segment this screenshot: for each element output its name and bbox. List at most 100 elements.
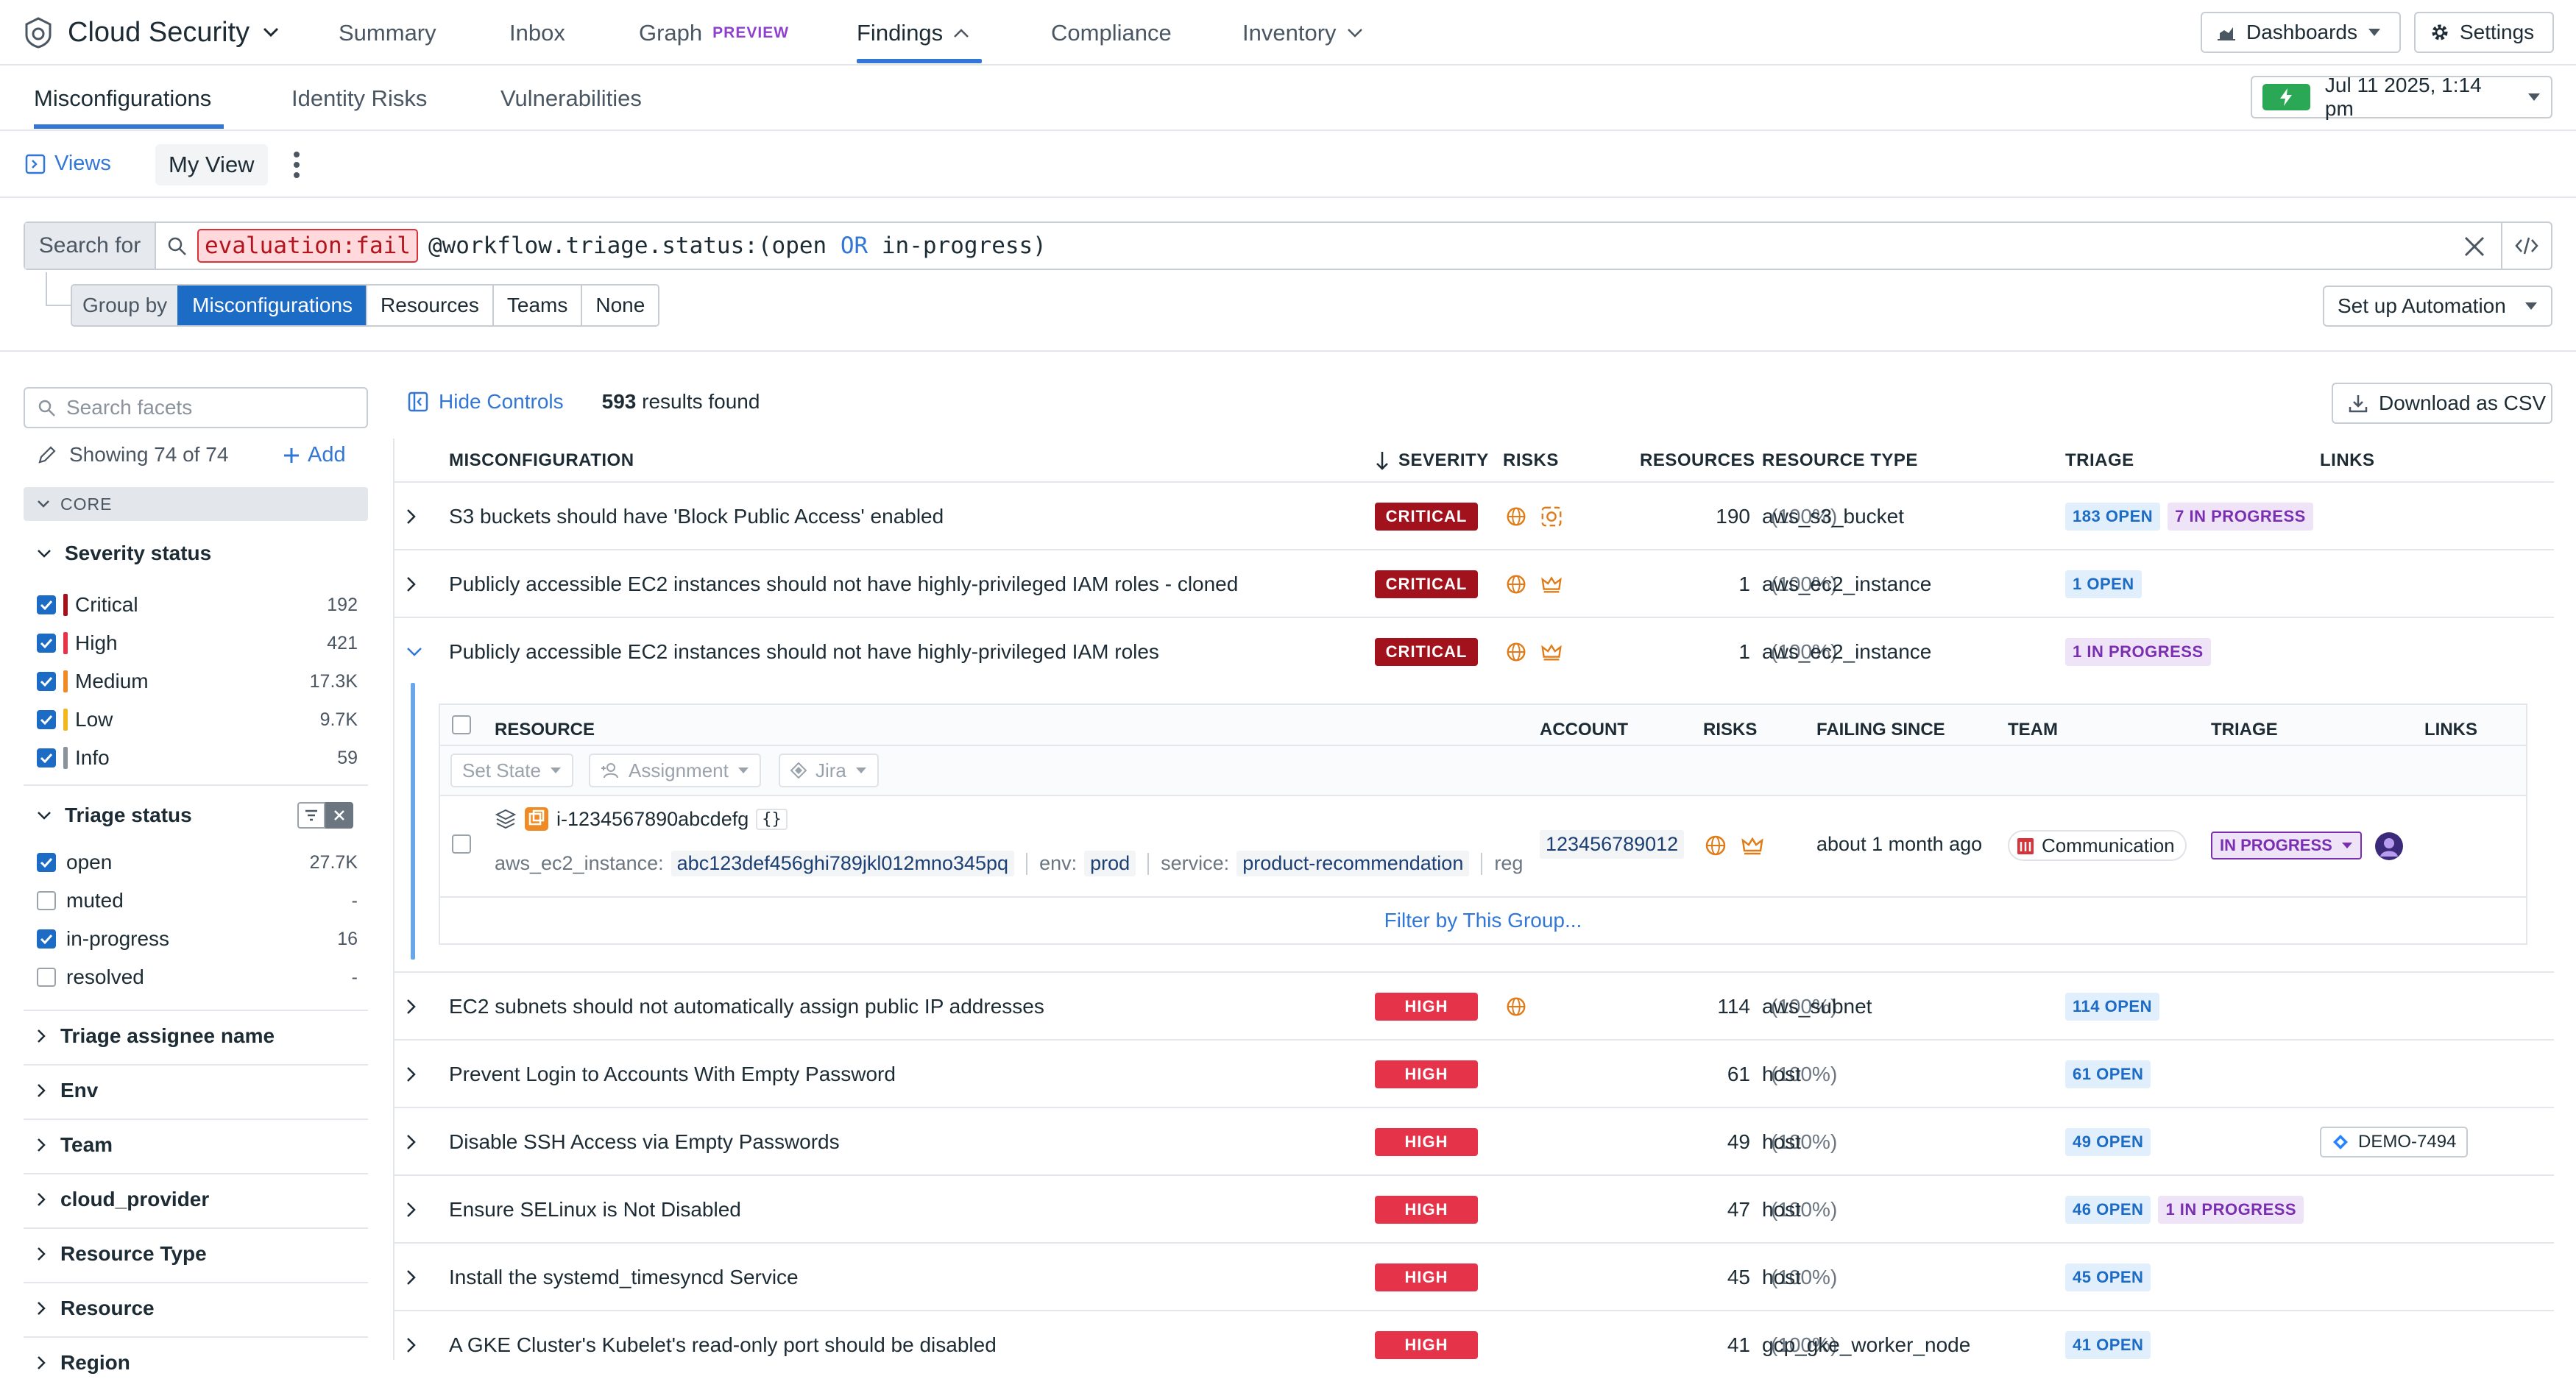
download-csv-button[interactable]: Download as CSV [2332,383,2552,424]
misconfiguration-name[interactable]: A GKE Cluster's Kubelet's read-only port… [449,1311,997,1379]
checkbox-unchecked[interactable] [37,891,56,910]
more-options-icon[interactable] [291,150,302,180]
severity-facet-critical[interactable]: Critical 192 [37,589,374,621]
exclude-mode-icon[interactable] [325,802,353,829]
assignment-button[interactable]: Assignment [589,754,761,787]
dashboards-button[interactable]: Dashboards [2201,12,2401,53]
set-up-automation-button[interactable]: Set up Automation [2323,286,2552,327]
triage-facet-muted[interactable]: muted - [37,885,374,917]
filter-mode-icon[interactable] [297,802,325,829]
checkbox-checked[interactable] [37,672,56,691]
triage-open-badge[interactable]: 61 OPEN [2065,1060,2151,1088]
tab-vulnerabilities[interactable]: Vulnerabilities [500,65,642,131]
collapse-row-icon[interactable] [406,618,422,686]
set-state-button[interactable]: Set State [450,754,573,787]
jira-button[interactable]: Jira [779,754,879,787]
expand-row-icon[interactable] [406,1176,417,1244]
settings-button[interactable]: Settings [2414,12,2554,53]
misconfiguration-name[interactable]: Disable SSH Access via Empty Passwords [449,1108,840,1176]
triage-open-badge[interactable]: 41 OPEN [2065,1331,2151,1359]
col-header-resource-type[interactable]: RESOURCE TYPE [1762,450,1918,471]
col-header-severity[interactable]: SEVERITY [1375,450,1489,471]
resource-id[interactable]: i-1234567890abcdefg [556,808,749,831]
triage-open-badge[interactable]: 45 OPEN [2065,1263,2151,1291]
checkbox-checked[interactable] [37,853,56,872]
table-row[interactable]: S3 buckets should have 'Block Public Acc… [394,481,2554,549]
group-by-teams[interactable]: Teams [492,286,581,325]
filter-by-group-link[interactable]: Filter by This Group... [440,898,2526,943]
resource-row[interactable]: i-1234567890abcdefg {} aws_ec2_instance:… [440,796,2526,898]
checkbox-checked[interactable] [37,595,56,614]
severity-facet-high[interactable]: High 421 [37,627,374,659]
select-all-checkbox[interactable] [452,715,471,734]
core-section-header[interactable]: CORE [24,487,368,521]
tag-aws-ec2-instance[interactable]: aws_ec2_instance: abc123def456ghi789jkl01… [495,851,1015,876]
checkbox-checked[interactable] [37,929,56,949]
triage-open-badge[interactable]: 49 OPEN [2065,1128,2151,1156]
views-button[interactable]: Views [25,152,111,176]
table-row[interactable]: Disable SSH Access via Empty Passwords HI… [394,1107,2554,1174]
assignee-avatar[interactable] [2374,832,2404,861]
expand-row-icon[interactable] [406,550,417,618]
table-row[interactable]: A GKE Cluster's Kubelet's read-only port… [394,1310,2554,1378]
search-query-input[interactable]: evaluation:fail @workflow.triage.status:… [156,223,2501,269]
misconfiguration-name[interactable]: S3 buckets should have 'Block Public Acc… [449,483,944,550]
checkbox-checked[interactable] [37,634,56,653]
group-by-resources[interactable]: Resources [366,286,492,325]
team-pill[interactable]: Communication [2008,830,2187,861]
clear-search-icon[interactable] [2463,235,2486,258]
expand-row-icon[interactable] [406,1244,417,1311]
checkbox-unchecked[interactable] [37,968,56,987]
tab-misconfigurations[interactable]: Misconfigurations [34,65,211,131]
triage-in-progress-badge[interactable]: 7 IN PROGRESS [2168,503,2313,531]
severity-facet-info[interactable]: Info 59 [37,742,374,774]
query-term-evaluation[interactable]: evaluation:fail [197,229,418,263]
checkbox-checked[interactable] [37,710,56,729]
severity-facet-medium[interactable]: Medium 17.3K [37,665,374,698]
table-row[interactable]: Publicly accessible EC2 instances should… [394,549,2554,617]
triage-open-badge[interactable]: 183 OPEN [2065,503,2161,531]
severity-facet-header[interactable]: Severity status [37,542,211,565]
nav-findings[interactable]: Findings [857,0,969,65]
nav-inventory[interactable]: Inventory [1242,0,1363,65]
current-view[interactable]: My View [155,144,268,185]
facet-group-resource-type[interactable]: Resource Type [37,1242,368,1266]
resource-row-checkbox[interactable] [452,834,471,854]
misconfiguration-name[interactable]: Publicly accessible EC2 instances should… [449,618,1159,686]
facet-search-input[interactable]: Search facets [24,387,368,428]
group-by-none[interactable]: None [581,286,659,325]
misconfiguration-name[interactable]: Ensure SELinux is Not Disabled [449,1176,741,1244]
expand-row-icon[interactable] [406,483,417,550]
facet-mode-toggle[interactable] [297,802,353,829]
tag-region[interactable]: reg [1494,852,1523,875]
triage-open-badge[interactable]: 46 OPEN [2065,1196,2151,1224]
table-row[interactable]: Prevent Login to Accounts With Empty Pas… [394,1039,2554,1107]
nav-inbox[interactable]: Inbox [509,0,565,65]
nav-summary[interactable]: Summary [339,0,436,65]
triage-open-badge[interactable]: 1 OPEN [2065,570,2142,598]
table-row[interactable]: Install the systemd_timesyncd Service HIG… [394,1242,2554,1310]
triage-in-progress-badge[interactable]: 1 IN PROGRESS [2065,638,2211,666]
table-row[interactable]: Publicly accessible EC2 instances should… [394,617,2554,684]
triage-status-dropdown[interactable]: IN PROGRESS [2211,832,2362,859]
col-header-resources[interactable]: RESOURCES [1640,450,1755,471]
account-id[interactable]: 123456789012 [1540,830,1685,859]
misconfiguration-name[interactable]: Publicly accessible EC2 instances should… [449,550,1238,618]
facet-group-team[interactable]: Team [37,1133,368,1157]
tag-env[interactable]: env: prod [1039,851,1136,876]
facet-group-resource[interactable]: Resource [37,1297,368,1320]
misconfiguration-name[interactable]: EC2 subnets should not automatically ass… [449,973,1044,1041]
product-switcher[interactable]: Cloud Security [22,13,279,52]
triage-facet-open[interactable]: open 27.7K [37,846,374,879]
expand-row-icon[interactable] [406,1041,417,1108]
facet-group-env[interactable]: Env [37,1079,368,1102]
tag-service[interactable]: service: product-recommendation [1161,851,1470,876]
table-row[interactable]: EC2 subnets should not automatically ass… [394,971,2554,1039]
table-row[interactable]: Ensure SELinux is Not Disabled HIGH 47 (100… [394,1174,2554,1242]
expand-row-icon[interactable] [406,1311,417,1379]
triage-facet-resolved[interactable]: resolved - [37,961,374,993]
misconfiguration-name[interactable]: Prevent Login to Accounts With Empty Pas… [449,1041,896,1108]
checkbox-checked[interactable] [37,748,56,768]
misconfiguration-name[interactable]: Install the systemd_timesyncd Service [449,1244,799,1311]
add-facet-button[interactable]: Add [283,443,346,467]
